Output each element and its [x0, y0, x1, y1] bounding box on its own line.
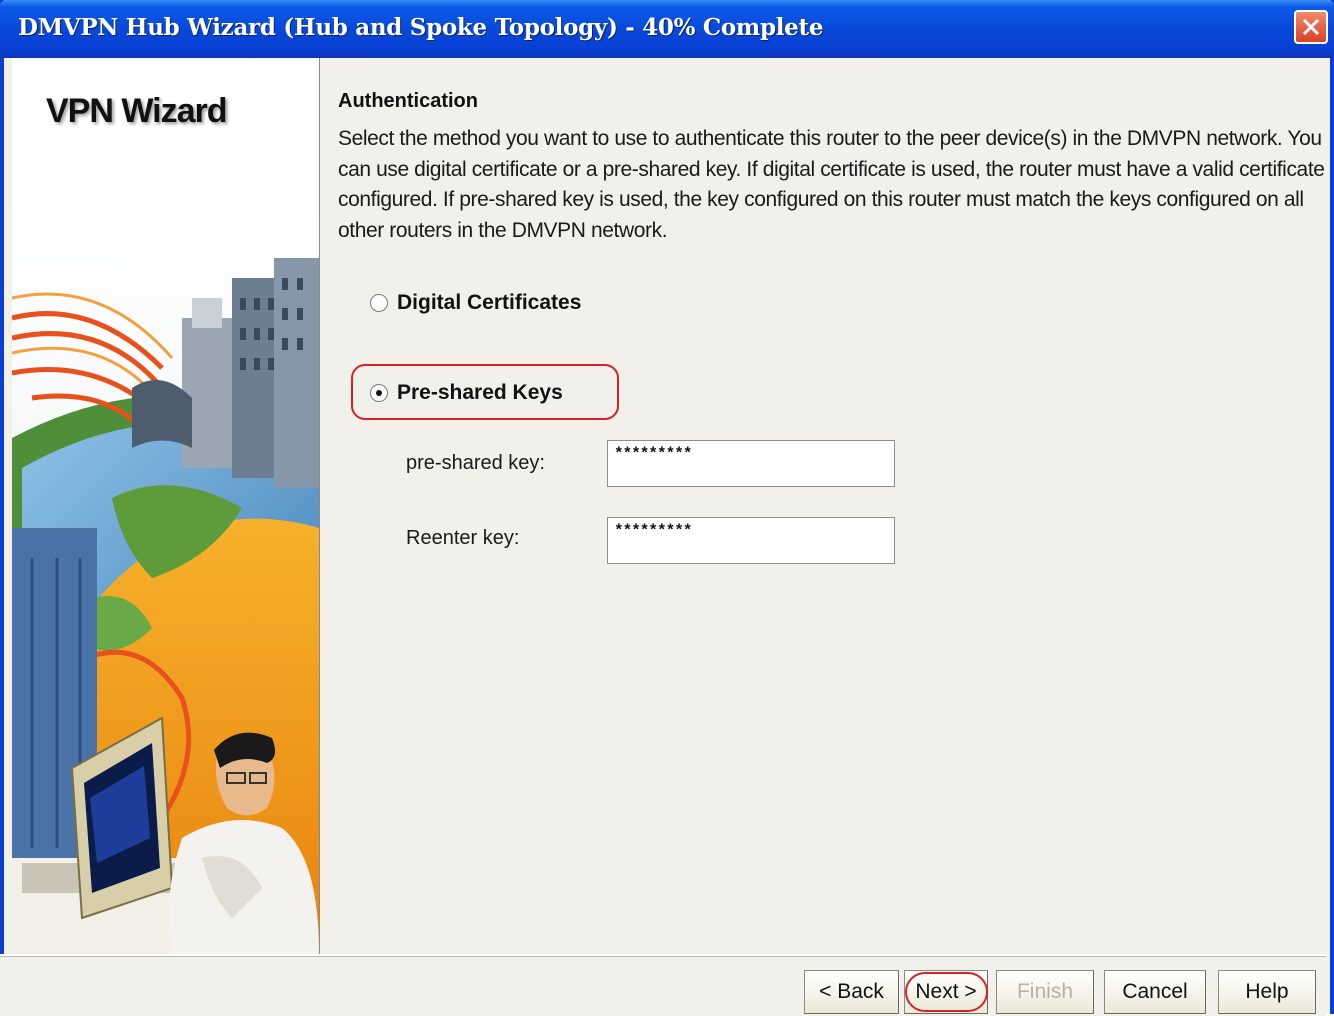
- wizard-content: Authentication Select the method you wan…: [320, 58, 1326, 954]
- title-bar[interactable]: DMVPN Hub Wizard (Hub and Spoke Topology…: [0, 0, 1334, 58]
- section-heading: Authentication: [338, 90, 478, 112]
- radio-button[interactable]: [370, 294, 388, 312]
- reenter-key-label: Reenter key:: [406, 527, 520, 549]
- radio-button[interactable]: [370, 384, 388, 402]
- radio-label: Pre-shared Keys: [397, 381, 563, 404]
- button-bar: < Back Next > Finish Cancel Help: [0, 954, 1326, 1016]
- wizard-title: VPN Wizard: [46, 92, 228, 130]
- help-button[interactable]: Help: [1218, 970, 1316, 1014]
- preshared-key-label: pre-shared key:: [406, 452, 545, 474]
- reenter-key-field[interactable]: *********: [607, 517, 895, 564]
- close-button[interactable]: [1294, 10, 1328, 44]
- radio-pre-shared-keys[interactable]: Pre-shared Keys: [370, 378, 563, 408]
- preshared-key-field[interactable]: *********: [607, 440, 895, 487]
- description-text: Select the method you want to use to aut…: [338, 127, 1325, 242]
- cancel-button[interactable]: Cancel: [1104, 970, 1206, 1014]
- vpn-wizard-illustration: [12, 198, 319, 954]
- radio-label: Digital Certificates: [397, 291, 582, 314]
- back-button[interactable]: < Back: [804, 970, 899, 1014]
- radio-digital-certificates[interactable]: Digital Certificates: [370, 288, 581, 318]
- finish-button: Finish: [996, 970, 1094, 1014]
- window-title: DMVPN Hub Wizard (Hub and Spoke Topology…: [18, 14, 824, 41]
- close-icon: [1302, 18, 1320, 36]
- wizard-sidebar: VPN Wizard: [12, 58, 321, 954]
- next-highlight-annotation: [905, 972, 988, 1012]
